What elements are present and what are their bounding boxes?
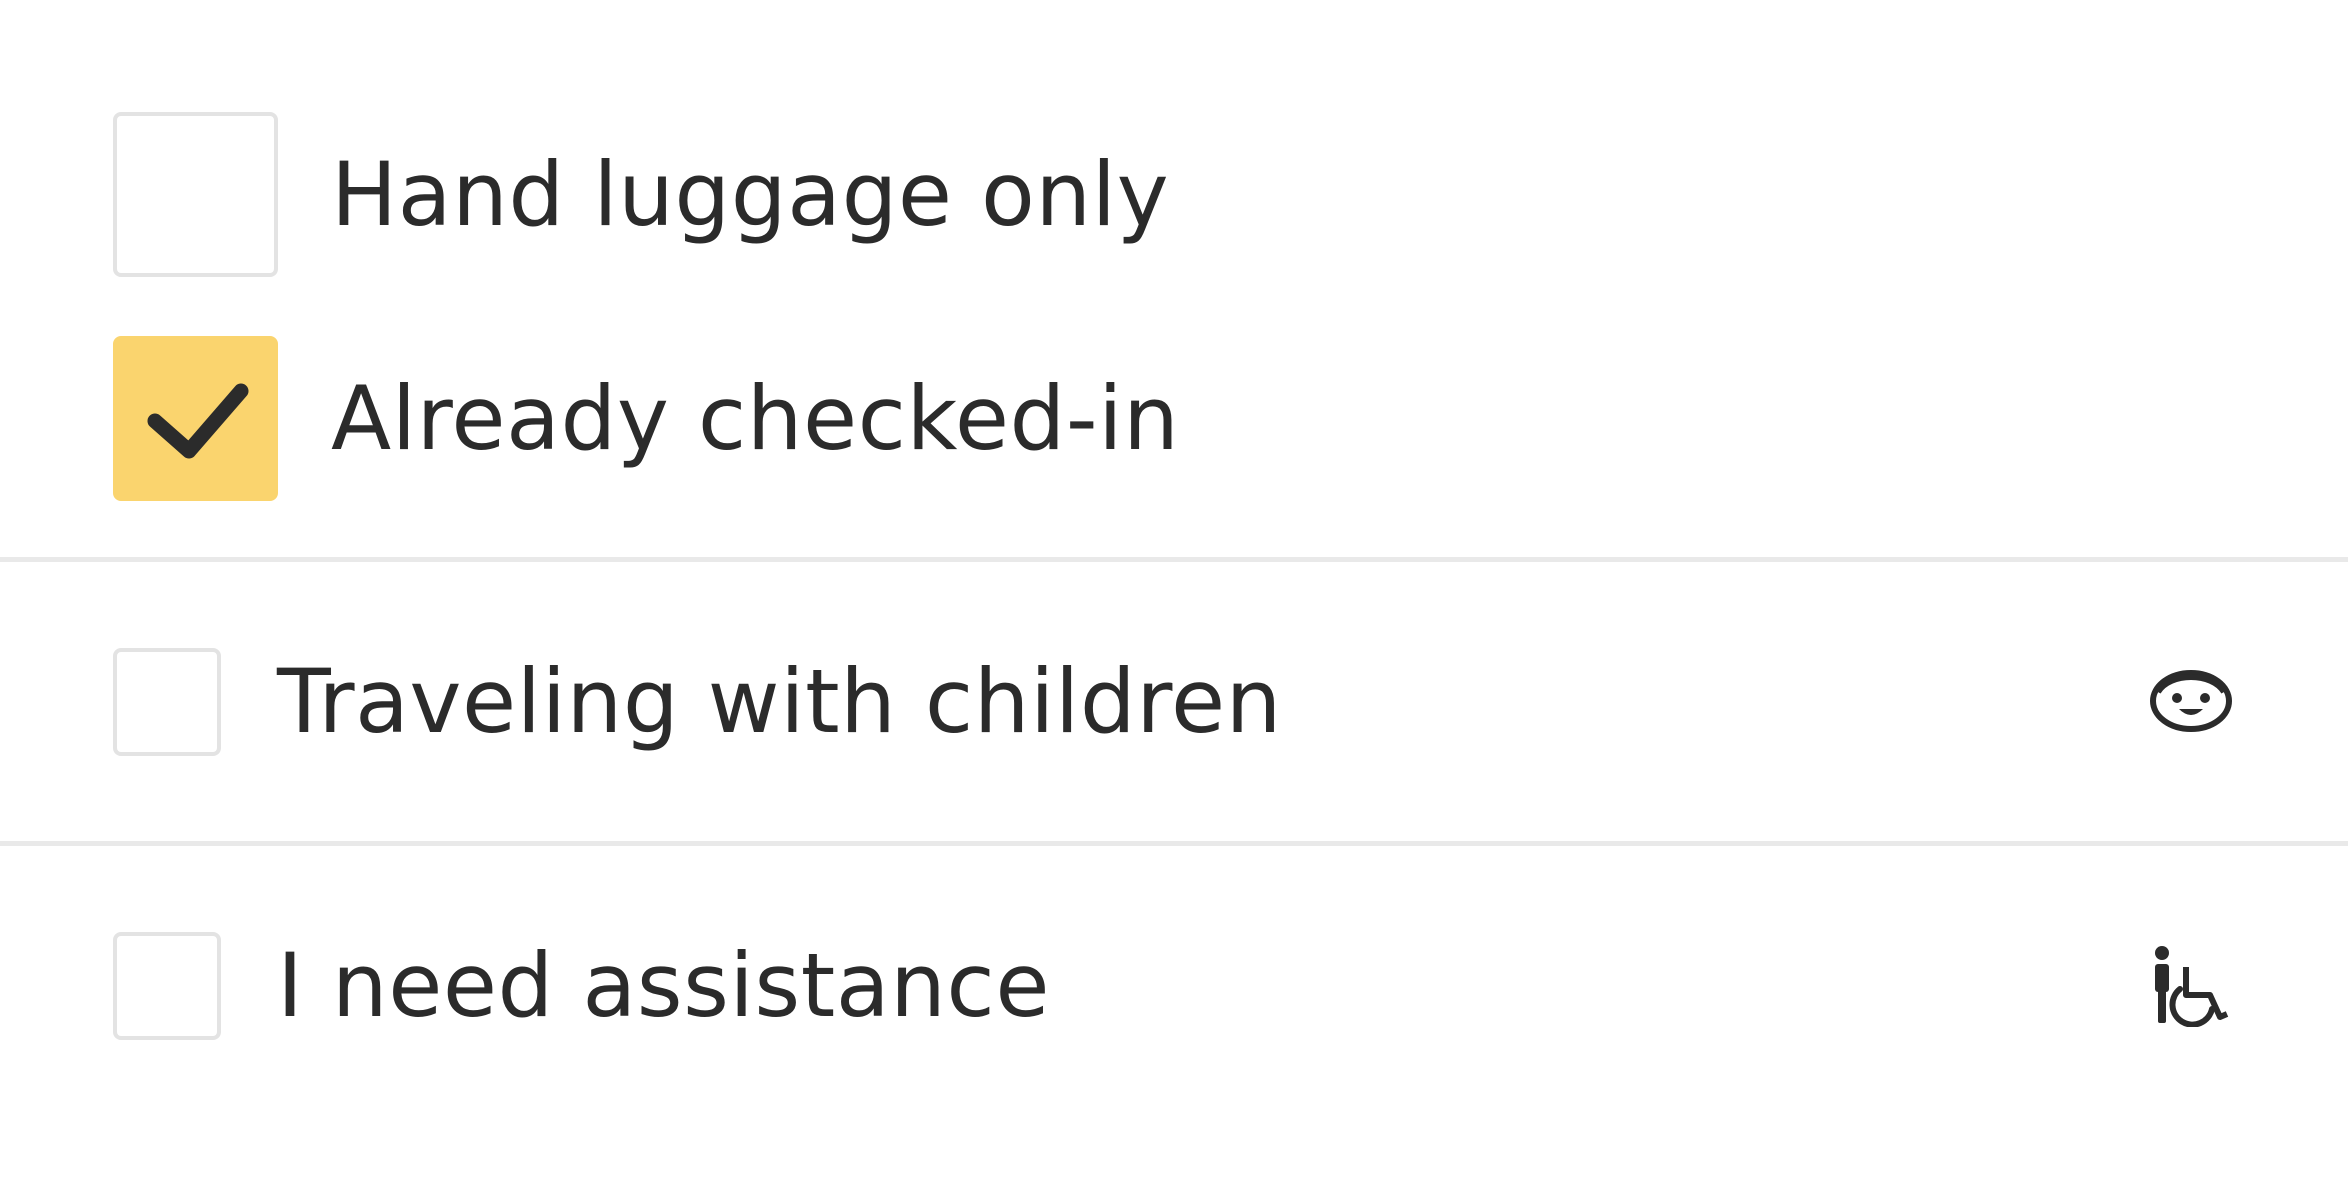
divider xyxy=(0,557,2348,562)
hand-luggage-label[interactable]: Hand luggage only xyxy=(331,150,1169,239)
divider xyxy=(0,841,2348,846)
option-traveling-with-children[interactable]: Traveling with children xyxy=(0,648,1282,756)
traveling-with-children-checkbox[interactable] xyxy=(113,648,221,756)
option-need-assistance[interactable]: I need assistance xyxy=(0,932,1050,1040)
traveling-with-children-label[interactable]: Traveling with children xyxy=(277,658,1282,746)
checked-in-checkbox[interactable] xyxy=(113,336,278,501)
child-face-icon xyxy=(2150,670,2232,732)
hand-luggage-checkbox[interactable] xyxy=(113,112,278,277)
option-hand-luggage[interactable]: Hand luggage only xyxy=(0,112,1169,277)
checked-in-label[interactable]: Already checked-in xyxy=(331,374,1179,463)
wheelchair-icon xyxy=(2155,946,2229,1027)
need-assistance-checkbox[interactable] xyxy=(113,932,221,1040)
need-assistance-label[interactable]: I need assistance xyxy=(277,942,1050,1030)
option-already-checked-in[interactable]: Already checked-in xyxy=(0,336,1179,501)
checkmark-icon xyxy=(147,383,249,458)
